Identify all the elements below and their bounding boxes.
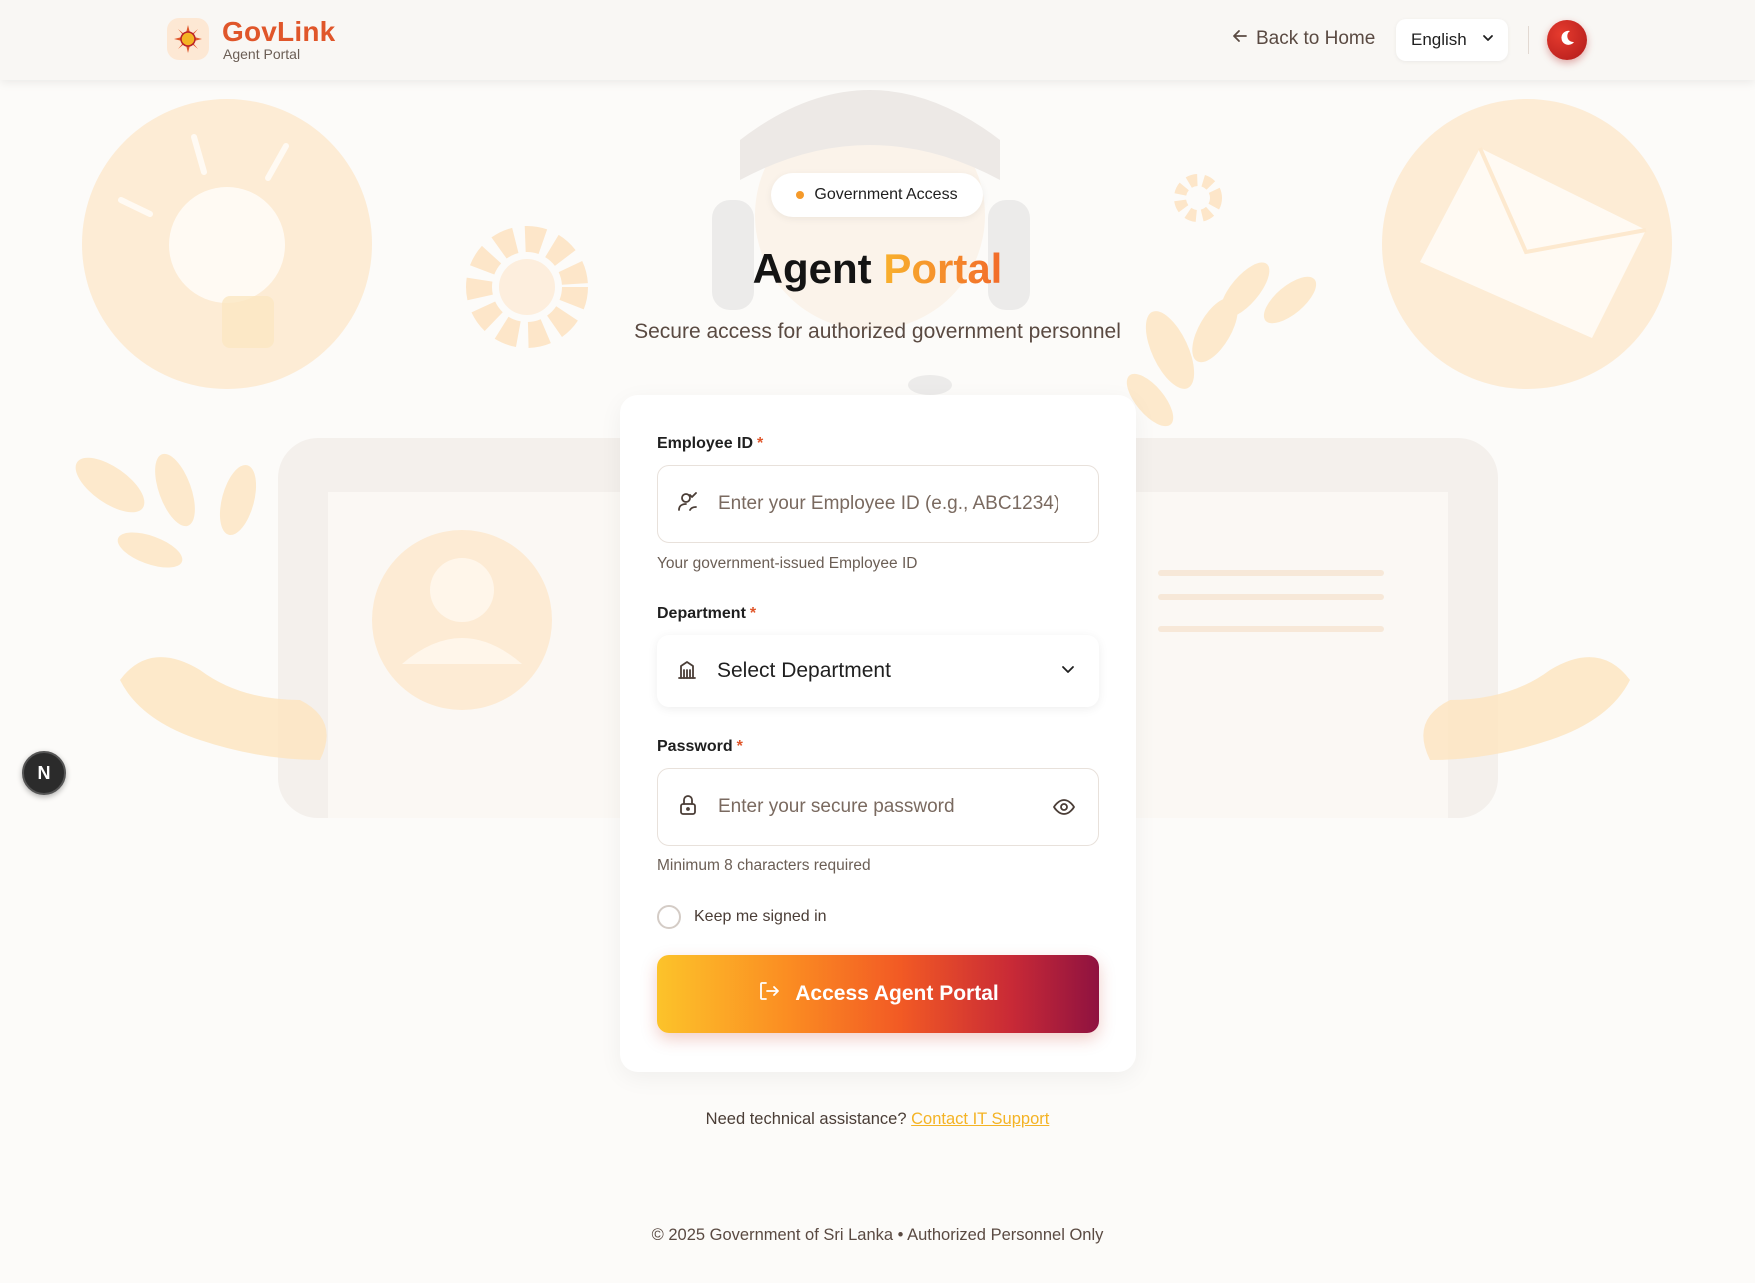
login-card: Employee ID* Your government-issued Empl…: [620, 395, 1136, 1072]
access-agent-portal-button[interactable]: Access Agent Portal: [657, 955, 1099, 1033]
password-input[interactable]: [718, 796, 1058, 818]
required-mark: *: [749, 605, 757, 622]
theme-toggle-button[interactable]: [1547, 20, 1587, 60]
password-label: Password *: [657, 738, 743, 756]
log-in-icon: [757, 979, 781, 1009]
dev-tools-badge[interactable]: N: [22, 751, 66, 795]
keep-signed-in-label: Keep me signed in: [694, 908, 827, 925]
lock-icon: [676, 793, 700, 822]
footer-copyright: © 2025 Government of Sri Lanka • Authori…: [651, 1226, 1104, 1244]
language-label: English: [1411, 30, 1467, 49]
required-mark: *: [736, 738, 743, 755]
employee-id-helper: Your government-issued Employee ID: [657, 555, 918, 572]
department-select[interactable]: Select Department: [657, 635, 1099, 707]
page-subtitle: Secure access for authorized government …: [634, 320, 1121, 343]
top-navbar: GovLink Agent Portal Back to Home Englis…: [0, 0, 1755, 80]
language-selector[interactable]: English: [1396, 19, 1508, 61]
sun-emblem-icon[interactable]: [167, 18, 209, 60]
employee-id-label-text: Employee ID: [657, 435, 754, 452]
status-dot: [796, 191, 805, 199]
badge-label: Government Access: [814, 186, 958, 203]
employee-id-input[interactable]: [718, 493, 1058, 515]
back-to-home-link[interactable]: Back to Home: [1232, 28, 1375, 50]
arrow-left-icon: [1232, 28, 1248, 50]
user-check-icon: [676, 490, 700, 519]
eye-icon[interactable]: [1052, 795, 1076, 824]
chevron-down-icon: [1059, 660, 1077, 683]
government-access-badge: Government Access: [771, 173, 983, 217]
moon-icon: [1558, 29, 1576, 52]
page-title: Agent Portal: [0, 245, 1755, 293]
employee-id-field[interactable]: [657, 465, 1099, 543]
employee-id-label: Employee ID *: [657, 435, 763, 453]
brand-name[interactable]: GovLink: [222, 16, 335, 48]
department-label-text: Department: [657, 605, 746, 622]
chevron-down-icon: [1481, 30, 1495, 50]
required-mark: *: [757, 435, 764, 452]
department-label: Department *: [657, 605, 756, 623]
brand-subtitle: Agent Portal: [223, 46, 301, 62]
back-to-home-label: Back to Home: [1256, 28, 1376, 49]
keep-signed-in-checkbox-row[interactable]: Keep me signed in: [657, 905, 827, 929]
page-title-accent: Portal: [883, 245, 1003, 292]
contact-it-support-link[interactable]: Contact IT Support: [911, 1110, 1049, 1128]
department-selected-value: Select Department: [717, 659, 891, 682]
page-title-main: Agent: [752, 245, 872, 292]
password-label-text: Password: [657, 738, 733, 755]
submit-label: Access Agent Portal: [795, 982, 999, 1005]
assist-text: Need technical assistance?: [705, 1110, 907, 1128]
building-icon: [675, 657, 699, 686]
technical-assistance-text: Need technical assistance? Contact IT Su…: [0, 1110, 1755, 1129]
keep-signed-in-checkbox[interactable]: [657, 905, 681, 929]
password-helper: Minimum 8 characters required: [657, 857, 871, 874]
header-divider: [1528, 26, 1529, 54]
password-field[interactable]: [657, 768, 1099, 846]
